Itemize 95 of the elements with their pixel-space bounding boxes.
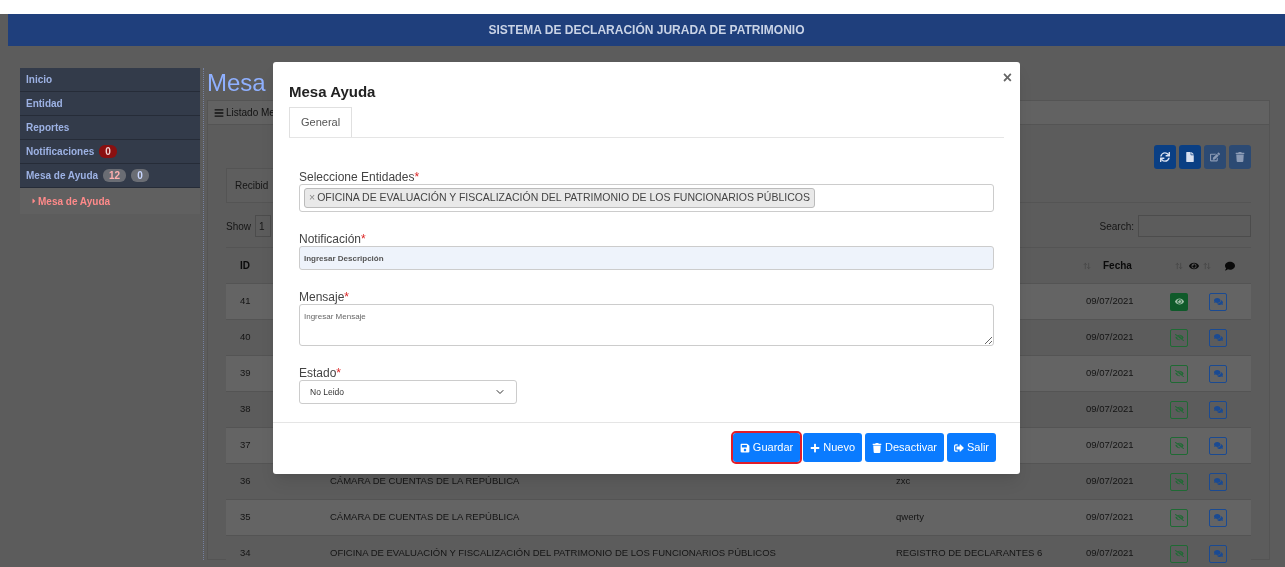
comments-icon: [1213, 549, 1223, 558]
comments-button[interactable]: [1209, 364, 1227, 383]
action-button[interactable]: Nuevo: [803, 433, 862, 462]
file-icon: [1185, 152, 1195, 162]
search-label: Search:: [1099, 219, 1134, 234]
page-length-select[interactable]: 1: [255, 215, 271, 237]
comments-button[interactable]: [1209, 292, 1227, 311]
comments-button[interactable]: [1209, 508, 1227, 527]
sidebar-item[interactable]: Mesa de Ayuda 12 0: [20, 164, 200, 188]
trash-icon: [872, 442, 882, 453]
table-cell: qwerty: [896, 511, 924, 523]
table-cell: 09/07/2021: [1086, 367, 1134, 379]
comments-button[interactable]: [1209, 472, 1227, 491]
sidebar-item[interactable]: Inicio: [20, 68, 200, 92]
comments-icon: [1213, 441, 1223, 450]
column-header[interactable]: ID: [240, 260, 250, 271]
field-label: Mensaje*: [299, 290, 350, 304]
sidebar-item[interactable]: Notificaciones 0: [20, 140, 200, 164]
column-header[interactable]: Fecha: [1103, 260, 1132, 271]
eye-slash-icon: [1174, 333, 1184, 342]
table-cell: 38: [240, 403, 251, 415]
count-badge: 0: [131, 169, 149, 182]
sidebar-subitem[interactable]: Mesa de Ayuda: [20, 188, 200, 214]
eye-slash-icon: [1174, 549, 1184, 558]
table-cell: CÁMARA DE CUENTAS DE LA REPÚBLICA: [330, 475, 520, 487]
table-cell: 09/07/2021: [1086, 547, 1134, 559]
message-field[interactable]: Ingresar Mensaje: [299, 304, 994, 346]
list-icon: [214, 107, 224, 118]
table-cell: zxc: [896, 475, 911, 487]
table-cell: 40: [240, 331, 251, 343]
comments-icon: [1213, 333, 1223, 342]
comments-button[interactable]: [1209, 544, 1227, 563]
eye-slash-icon: [1174, 405, 1184, 414]
count-badge: 12: [103, 169, 127, 182]
toolbar-button[interactable]: [1154, 145, 1176, 169]
seen-button[interactable]: [1170, 292, 1188, 311]
eye-icon: [1189, 260, 1199, 271]
entities-select[interactable]: × OFICINA DE EVALUACIÓN Y FISCALIZACIÓN DEL PATRIMONIO DE LOS FUNCIONARIOS PÚBLICOS: [299, 184, 994, 212]
field-label: Seleccione Entidades*: [299, 170, 420, 184]
table-cell: OFICINA DE EVALUACIÓN Y FISCALIZACIÓN DEL PATRIMONIO DE LOS FUNCIONARIOS PÚBLICOS: [330, 547, 776, 559]
action-button[interactable]: Desactivar: [865, 433, 944, 462]
comments-icon: [1213, 477, 1223, 486]
eye-icon: [1174, 297, 1184, 306]
edit-icon: [1210, 152, 1220, 162]
action-button[interactable]: Guardar: [732, 433, 801, 462]
panel-title: Listado Me: [226, 106, 275, 120]
save-icon: [739, 442, 750, 453]
comments-button[interactable]: [1209, 436, 1227, 455]
show-label: Show: [226, 219, 251, 234]
sidebar-item[interactable]: Reportes: [20, 116, 200, 140]
toolbar-button[interactable]: [1179, 145, 1201, 169]
close-button[interactable]: ×: [1002, 70, 1012, 86]
table-cell: 09/07/2021: [1086, 511, 1134, 523]
table-cell: 09/07/2021: [1086, 331, 1134, 343]
app-title: SISTEMA DE DECLARACIÓN JURADA DE PATRIMONIO: [488, 21, 805, 39]
page-title: Mesa: [207, 69, 266, 96]
table-cell: 09/07/2021: [1086, 403, 1134, 415]
eye-slash-icon: [1174, 477, 1184, 486]
notification-field[interactable]: Ingresar Descripción: [299, 246, 994, 270]
caret-icon: [30, 197, 38, 205]
comments-icon: [1213, 513, 1223, 522]
status-select[interactable]: No Leido: [299, 380, 517, 404]
plus-icon: [810, 442, 821, 453]
tab[interactable]: General: [289, 107, 353, 137]
selected-tag: × OFICINA DE EVALUACIÓN Y FISCALIZACIÓN DEL PATRIMONIO DE LOS FUNCIONARIOS PÚBLICOS: [304, 188, 815, 208]
table-cell: REGISTRO DE DECLARANTES 6: [896, 547, 1043, 559]
refresh-icon: [1160, 152, 1170, 162]
remove-tag-button[interactable]: ×: [309, 190, 316, 206]
table-cell: 34: [240, 547, 251, 559]
table-cell: 09/07/2021: [1086, 475, 1134, 487]
table-cell: 09/07/2021: [1086, 439, 1134, 451]
comments-icon: [1213, 297, 1223, 306]
comment-icon: [1225, 260, 1235, 271]
sidebar-item[interactable]: Entidad: [20, 92, 200, 116]
table-cell: 36: [240, 475, 251, 487]
trash-icon: [1235, 152, 1245, 162]
comments-icon: [1213, 369, 1223, 378]
table-cell: 09/07/2021: [1086, 295, 1134, 307]
table-cell: 35: [240, 511, 251, 523]
comments-button[interactable]: [1209, 400, 1227, 419]
comments-button[interactable]: [1209, 328, 1227, 347]
field-label: Estado*: [299, 366, 342, 380]
eye-slash-icon: [1174, 369, 1184, 378]
count-badge: 0: [99, 145, 117, 158]
eye-slash-icon: [1174, 513, 1184, 522]
modal-title: Mesa Ayuda: [289, 82, 376, 102]
comments-icon: [1213, 405, 1223, 414]
eye-slash-icon: [1174, 441, 1184, 450]
table-cell: 37: [240, 439, 251, 451]
field-label: Notificación*: [299, 232, 366, 246]
sign-out-icon: [954, 442, 964, 453]
table-cell: 39: [240, 367, 251, 379]
action-button[interactable]: Salir: [947, 433, 996, 462]
table-cell: CÁMARA DE CUENTAS DE LA REPÚBLICA: [330, 511, 520, 523]
table-cell: 41: [240, 295, 251, 307]
